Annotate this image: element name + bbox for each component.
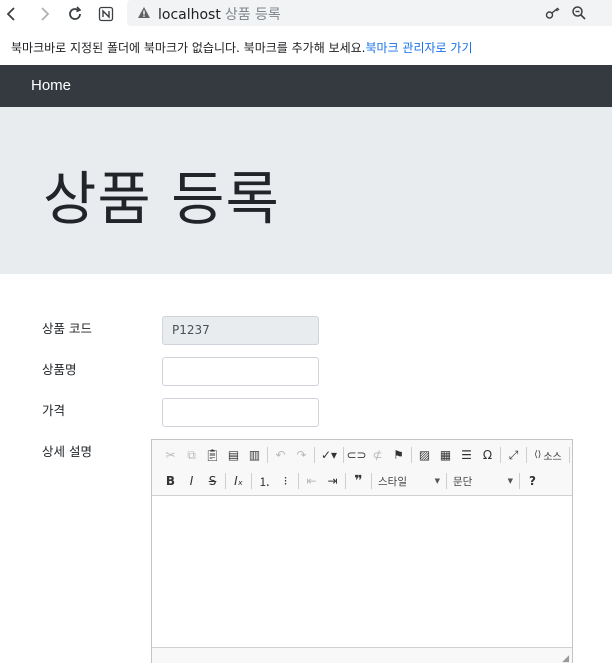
source-icon: ⟨⟩ <box>534 450 542 460</box>
anchor-flag-icon[interactable]: ⚑ <box>388 445 409 465</box>
source-button[interactable]: ⟨⟩ 소스 <box>529 445 567 465</box>
warning-icon[interactable] <box>137 6 151 19</box>
product-name-label: 상품명 <box>42 362 77 377</box>
page-title: 상품 등록 <box>43 165 280 233</box>
cut-icon[interactable]: ✂ <box>160 445 181 465</box>
naver-icon[interactable] <box>95 3 117 25</box>
horizontal-rule-icon[interactable]: ☰ <box>456 445 477 465</box>
paste-word-icon[interactable]: ▥ <box>244 445 265 465</box>
description-label: 상세 설명 <box>42 444 92 459</box>
toolbar-separator <box>298 473 299 489</box>
bookmark-empty-message: 북마크바로 지정된 폴더에 북마크가 없습니다. 북마크를 추가해 보세요. <box>11 41 366 55</box>
help-button[interactable]: ? <box>522 471 543 491</box>
toolbar-row-1: ✂ ⧉ 📋︎ ▤ ▥ ↶ ↷ ✓▾ ⊂⊃ ⊄ ⚑ ▨ ▦ ☰ Ω ⤢ ⟨⟩ 소스 <box>160 443 572 467</box>
outdent-icon[interactable]: ⇤ <box>301 471 322 491</box>
maximize-icon[interactable]: ⤢ <box>503 445 524 465</box>
toolbar-separator <box>345 473 346 489</box>
editor-content-area[interactable] <box>152 497 572 647</box>
forward-icon[interactable] <box>33 3 55 25</box>
product-code-input[interactable]: P1237 <box>162 316 319 345</box>
copy-icon[interactable]: ⧉ <box>181 445 202 465</box>
toolbar-row-2: B I S Iₓ ⒈ ⁝ ⇤ ⇥ ❞ 스타일 ▼ 문단 ▼ ? <box>160 469 543 493</box>
key-icon[interactable] <box>544 4 562 22</box>
browser-toolbar: localhost 상품 등록 <box>0 0 612 27</box>
bookmark-bar: 북마크바로 지정된 폴더에 북마크가 없습니다. 북마크를 추가해 보세요.북마… <box>0 27 612 65</box>
toolbar-separator <box>314 447 315 463</box>
blockquote-icon[interactable]: ❞ <box>348 471 369 491</box>
product-name-input[interactable] <box>162 357 319 386</box>
product-code-label: 상품 코드 <box>42 321 92 336</box>
redo-icon[interactable]: ↷ <box>291 445 312 465</box>
source-label: 소스 <box>543 451 562 463</box>
editor-status-bar: ◢ <box>152 647 572 663</box>
description-editor: ✂ ⧉ 📋︎ ▤ ▥ ↶ ↷ ✓▾ ⊂⊃ ⊄ ⚑ ▨ ▦ ☰ Ω ⤢ ⟨⟩소스 <box>151 439 573 663</box>
address-text[interactable]: localhost 상품 등록 <box>158 4 281 24</box>
bold-icon[interactable]: B <box>160 471 181 491</box>
style-select[interactable]: 스타일 ▼ <box>374 472 444 490</box>
back-icon[interactable] <box>1 3 23 25</box>
toolbar-separator <box>267 447 268 463</box>
chevron-down-icon: ▼ <box>507 477 513 485</box>
numbered-list-icon[interactable]: ⒈ <box>254 471 275 491</box>
paste-text-icon[interactable]: ▤ <box>223 445 244 465</box>
toolbar-separator <box>343 447 344 463</box>
strikethrough-icon[interactable]: S <box>202 471 223 491</box>
reload-icon[interactable] <box>64 3 86 25</box>
style-select-value: 스타일 <box>378 475 407 488</box>
remove-format-icon[interactable]: Iₓ <box>228 471 249 491</box>
zoom-out-icon[interactable] <box>570 4 588 22</box>
link-icon[interactable]: ⊂⊃ <box>346 445 367 465</box>
nav-home-link[interactable]: Home <box>31 77 71 94</box>
price-input[interactable] <box>162 398 319 427</box>
navbar: Home <box>0 65 612 107</box>
paste-icon[interactable]: 📋︎ <box>202 445 223 465</box>
spellcheck-icon[interactable]: ✓▾ <box>317 445 341 465</box>
bookmark-manager-link[interactable]: 북마크 관리자로 가기 <box>366 41 473 55</box>
toolbar-separator <box>371 473 372 489</box>
url-text: localhost <box>158 7 221 23</box>
toolbar-separator <box>411 447 412 463</box>
tab-title-text: 상품 등록 <box>224 7 281 23</box>
chevron-down-icon: ▼ <box>434 477 440 485</box>
format-select[interactable]: 문단 ▼ <box>449 472 517 490</box>
bulleted-list-icon[interactable]: ⁝ <box>275 471 296 491</box>
indent-icon[interactable]: ⇥ <box>322 471 343 491</box>
unlink-icon[interactable]: ⊄ <box>367 445 388 465</box>
editor-toolbar: ✂ ⧉ 📋︎ ▤ ▥ ↶ ↷ ✓▾ ⊂⊃ ⊄ ⚑ ▨ ▦ ☰ Ω ⤢ ⟨⟩소스 <box>152 440 572 496</box>
special-char-icon[interactable]: Ω <box>477 445 498 465</box>
toolbar-separator <box>446 473 447 489</box>
toolbar-separator <box>225 473 226 489</box>
italic-icon[interactable]: I <box>181 471 202 491</box>
toolbar-separator <box>526 447 527 463</box>
image-icon[interactable]: ▨ <box>414 445 435 465</box>
jumbotron: 상품 등록 <box>0 107 612 274</box>
toolbar-separator <box>500 447 501 463</box>
resize-handle-icon[interactable]: ◢ <box>562 654 569 663</box>
address-bar[interactable]: localhost 상품 등록 <box>127 0 612 26</box>
toolbar-separator <box>251 473 252 489</box>
undo-icon[interactable]: ↶ <box>270 445 291 465</box>
toolbar-separator <box>569 447 570 463</box>
price-label: 가격 <box>42 403 66 418</box>
table-icon[interactable]: ▦ <box>435 445 456 465</box>
format-select-value: 문단 <box>453 475 473 488</box>
toolbar-separator <box>519 473 520 489</box>
